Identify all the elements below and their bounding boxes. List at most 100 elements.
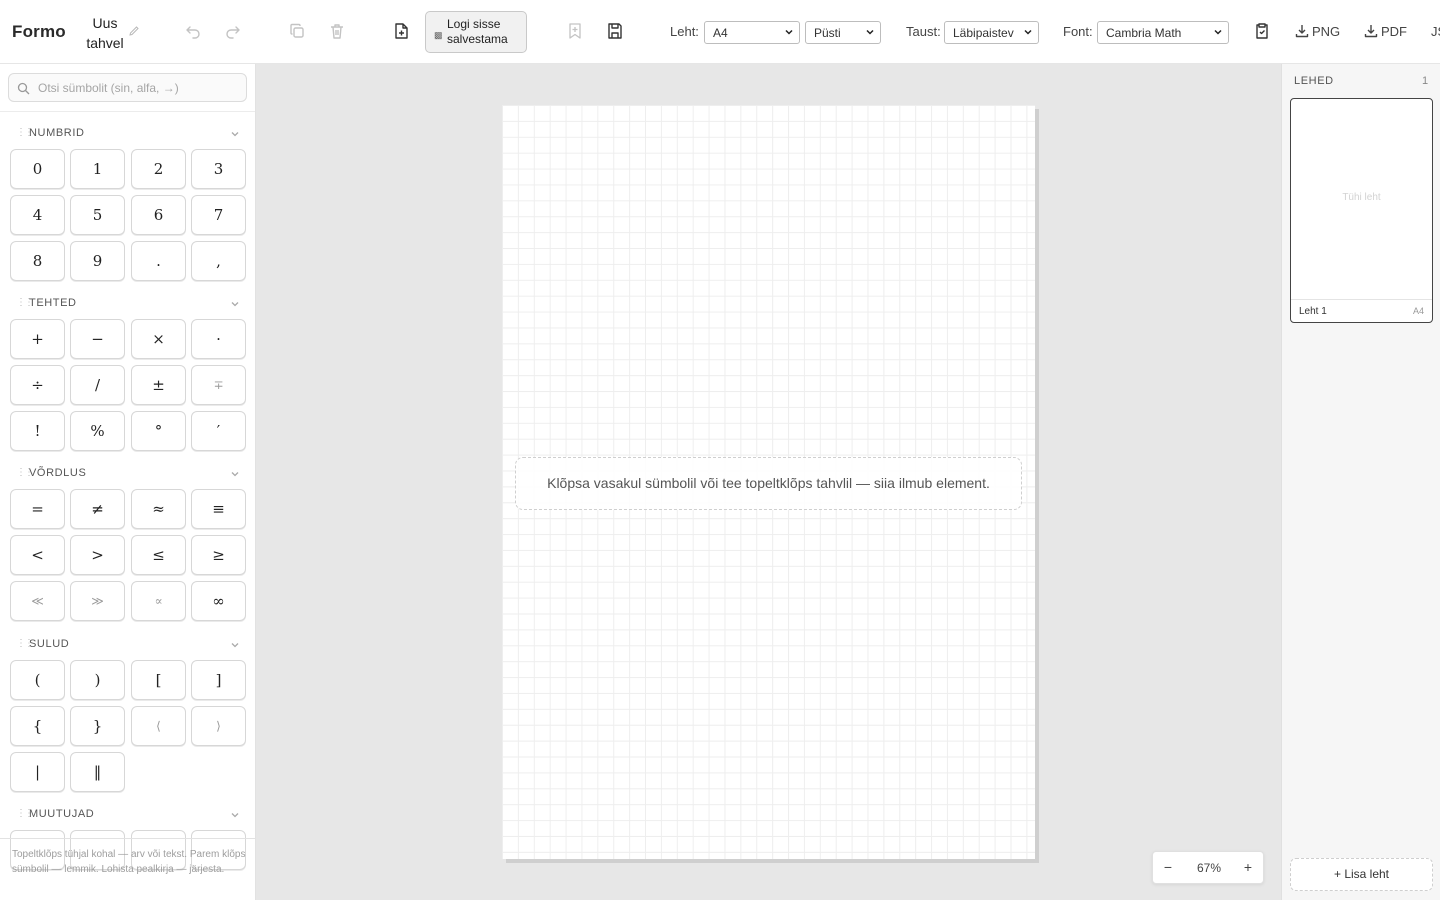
export-png-button[interactable]: PNG: [1295, 24, 1340, 39]
symbol-key[interactable]: ≈: [131, 489, 186, 529]
symbol-key[interactable]: 2: [131, 149, 186, 189]
symbol-key[interactable]: ,: [191, 241, 246, 281]
symbol-key[interactable]: <: [10, 535, 65, 575]
symbol-key[interactable]: °: [131, 411, 186, 451]
symbol-key[interactable]: ·: [191, 319, 246, 359]
page-sheet[interactable]: Klõpsa vasakul sümbolil või tee topeltkl…: [502, 105, 1035, 859]
symbol-key[interactable]: 3: [191, 149, 246, 189]
font-select[interactable]: Cambria Math: [1097, 21, 1229, 44]
symbol-key[interactable]: ≤: [131, 535, 186, 575]
section-header-võrdlus[interactable]: ⋮⋮ VÕRDLUS: [0, 464, 255, 484]
zoom-out-button[interactable]: −: [1161, 859, 1175, 875]
login-button[interactable]: ▩ Logi sisse salvestama: [425, 11, 527, 53]
symbol-key[interactable]: +: [10, 319, 65, 359]
symbol-key[interactable]: ≫: [70, 581, 125, 621]
clipboard-icon[interactable]: [1253, 22, 1271, 40]
symbol-key[interactable]: 1: [70, 149, 125, 189]
chevron-down-icon: [866, 29, 874, 35]
section-title: MUUTUJAD: [29, 808, 95, 820]
section-header-sulud[interactable]: ⋮⋮ SULUD: [0, 635, 255, 655]
chevron-down-icon[interactable]: [230, 299, 240, 309]
divider: [0, 838, 255, 839]
redo-icon[interactable]: [224, 22, 242, 40]
font-value: Cambria Math: [1106, 26, 1182, 40]
symbol-key[interactable]: 4: [10, 195, 65, 235]
section-header-tehted[interactable]: ⋮⋮ TEHTED: [0, 294, 255, 314]
symbol-key[interactable]: ±: [131, 365, 186, 405]
zoom-in-button[interactable]: +: [1241, 859, 1255, 875]
background-select[interactable]: Läbipaistev: [944, 21, 1039, 44]
canvas-area[interactable]: Klõpsa vasakul sümbolil või tee topeltkl…: [256, 64, 1281, 900]
symbol-key[interactable]: 6: [131, 195, 186, 235]
section-title: TEHTED: [29, 297, 77, 309]
chevron-down-icon: [1024, 29, 1032, 35]
chevron-down-icon[interactable]: [230, 469, 240, 479]
symbol-key[interactable]: }: [70, 706, 125, 746]
symbol-key[interactable]: ≡: [191, 489, 246, 529]
symbol-key[interactable]: −: [70, 319, 125, 359]
section-title: SULUD: [29, 638, 70, 650]
new-file-icon[interactable]: [392, 22, 410, 40]
chevron-down-icon[interactable]: [230, 810, 240, 820]
symbol-key[interactable]: ≠: [70, 489, 125, 529]
usage-hint: Topeltklõps tühjal kohal — arv või tekst…: [12, 849, 246, 875]
symbol-key[interactable]: 0: [10, 149, 65, 189]
symbol-key[interactable]: ∓: [191, 365, 246, 405]
chevron-down-icon: [1214, 29, 1222, 35]
symbol-key[interactable]: 7: [191, 195, 246, 235]
section-header-muutujad[interactable]: ⋮⋮ MUUTUJAD: [0, 805, 255, 825]
symbol-key[interactable]: ]: [191, 660, 246, 700]
symbol-key[interactable]: ∞: [191, 581, 246, 621]
undo-icon[interactable]: [184, 22, 202, 40]
search-icon: [17, 82, 30, 95]
pages-count: 1: [1422, 75, 1429, 87]
zoom-level: 67%: [1196, 861, 1222, 875]
symbol-key[interactable]: {: [10, 706, 65, 746]
symbol-key[interactable]: ≥: [191, 535, 246, 575]
symbol-key[interactable]: !: [10, 411, 65, 451]
download-icon: [1295, 25, 1309, 38]
duplicate-icon[interactable]: [288, 22, 306, 40]
symbol-key[interactable]: 5: [70, 195, 125, 235]
sheet-size-select[interactable]: A4: [704, 21, 800, 44]
add-page-button[interactable]: + Lisa leht: [1290, 858, 1433, 891]
divider: [0, 111, 255, 112]
symbol-key[interactable]: [: [131, 660, 186, 700]
save-icon[interactable]: [606, 22, 624, 40]
section-header-numbrid[interactable]: ⋮⋮ NUMBRID: [0, 124, 255, 144]
export-png-label: PNG: [1312, 24, 1341, 39]
lock-icon: ▩: [434, 30, 443, 40]
symbol-key[interactable]: (: [10, 660, 65, 700]
chevron-down-icon[interactable]: [230, 129, 240, 139]
symbol-key[interactable]: ⟩: [191, 706, 246, 746]
symbol-key[interactable]: ): [70, 660, 125, 700]
symbol-key[interactable]: ÷: [10, 365, 65, 405]
symbol-key[interactable]: ⟨: [131, 706, 186, 746]
symbol-key[interactable]: |: [10, 752, 65, 792]
symbol-key[interactable]: /: [70, 365, 125, 405]
symbol-key[interactable]: .: [131, 241, 186, 281]
symbol-key[interactable]: %: [70, 411, 125, 451]
symbol-search[interactable]: Otsi sümbolit (sin, alfa, →): [8, 73, 247, 102]
symbol-key[interactable]: 9: [70, 241, 125, 281]
symbol-key[interactable]: ≪: [10, 581, 65, 621]
symbol-key[interactable]: ‖: [70, 752, 125, 792]
symbol-key[interactable]: ×: [131, 319, 186, 359]
chevron-down-icon[interactable]: [230, 640, 240, 650]
sheet-size-label: Leht:: [670, 24, 699, 39]
symbol-key[interactable]: 8: [10, 241, 65, 281]
page-thumbnail[interactable]: Tühi leht Leht 1 A4: [1290, 98, 1433, 323]
symbol-key[interactable]: >: [70, 535, 125, 575]
symbol-key[interactable]: =: [10, 489, 65, 529]
export-js-label: JS: [1431, 24, 1440, 39]
export-js-button[interactable]: JS: [1431, 24, 1440, 39]
pencil-icon[interactable]: [128, 24, 140, 36]
bookmark-icon[interactable]: [566, 22, 584, 40]
trash-icon[interactable]: [328, 22, 346, 40]
doc-title[interactable]: Uus tahvel: [85, 13, 125, 53]
symbol-key[interactable]: ∝: [131, 581, 186, 621]
symbol-key[interactable]: ′: [191, 411, 246, 451]
chevron-down-icon: [785, 29, 793, 35]
export-pdf-button[interactable]: PDF: [1364, 24, 1407, 39]
orientation-select[interactable]: Püsti: [805, 21, 881, 44]
